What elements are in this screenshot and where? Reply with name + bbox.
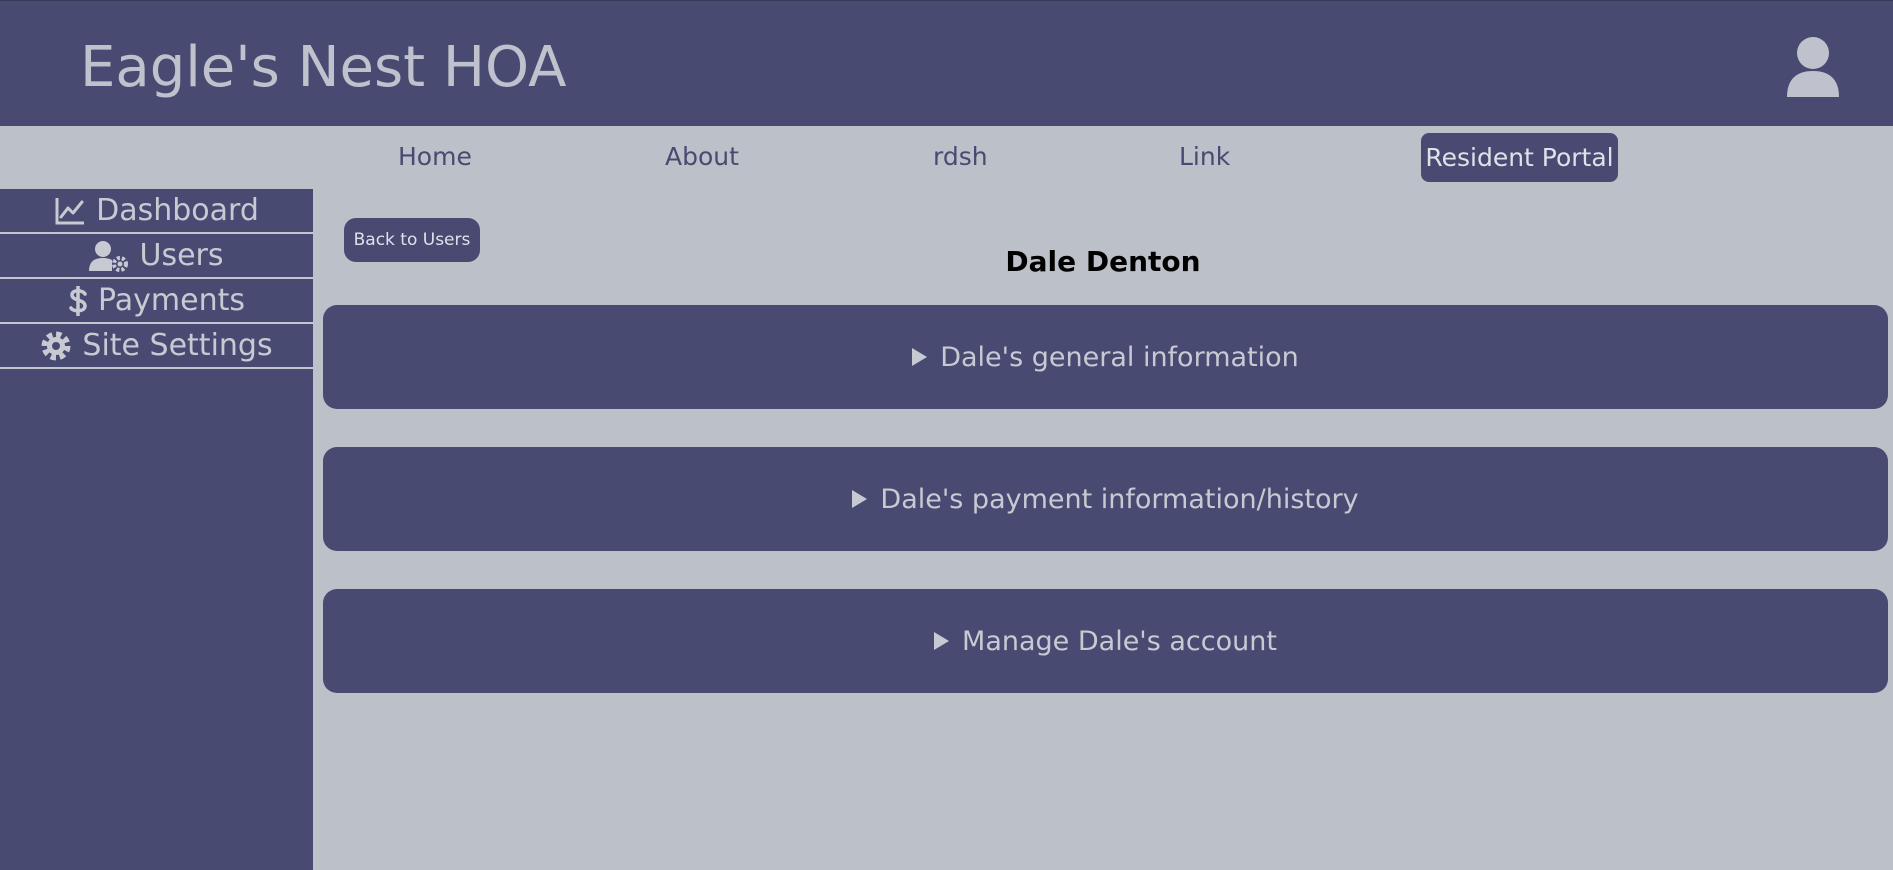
site-title: Eagle's Nest HOA bbox=[80, 35, 567, 100]
nav-about[interactable]: About bbox=[665, 142, 739, 171]
sidebar-item-label: Payments bbox=[98, 283, 245, 318]
top-navigation: Home About rdsh Link Resident Portal bbox=[0, 126, 1893, 188]
user-gear-icon bbox=[89, 240, 129, 272]
sidebar-item-payments[interactable]: Payments bbox=[0, 279, 313, 324]
page-title: Dale Denton bbox=[1005, 245, 1201, 278]
section-label: Dale's general information bbox=[940, 341, 1299, 373]
dollar-icon bbox=[69, 285, 87, 316]
gear-icon bbox=[41, 331, 71, 360]
sidebar-item-label: Dashboard bbox=[96, 193, 259, 228]
nav-rdsh[interactable]: rdsh bbox=[933, 142, 988, 171]
sidebar: Dashboard Users Payments Site Settings bbox=[0, 189, 313, 870]
payment-info-section[interactable]: Dale's payment information/history bbox=[323, 447, 1888, 551]
main-content: Back to Users Dale Denton Dale's general… bbox=[313, 189, 1893, 870]
sidebar-item-label: Users bbox=[139, 238, 224, 273]
expand-triangle-icon bbox=[912, 348, 928, 366]
section-label: Manage Dale's account bbox=[962, 625, 1277, 657]
nav-home[interactable]: Home bbox=[398, 142, 472, 171]
expand-triangle-icon bbox=[852, 490, 868, 508]
expand-triangle-icon bbox=[934, 632, 950, 650]
section-label: Dale's payment information/history bbox=[880, 483, 1359, 515]
sidebar-item-dashboard[interactable]: Dashboard bbox=[0, 189, 313, 234]
nav-link[interactable]: Link bbox=[1179, 142, 1230, 171]
general-info-section[interactable]: Dale's general information bbox=[323, 305, 1888, 409]
sidebar-item-label: Site Settings bbox=[82, 328, 273, 363]
user-icon[interactable] bbox=[1785, 35, 1841, 97]
nav-resident-portal[interactable]: Resident Portal bbox=[1421, 133, 1618, 182]
header-bar: Eagle's Nest HOA bbox=[0, 0, 1893, 126]
sidebar-item-users[interactable]: Users bbox=[0, 234, 313, 279]
chart-line-icon bbox=[55, 197, 85, 224]
sidebar-item-site-settings[interactable]: Site Settings bbox=[0, 324, 313, 369]
manage-account-section[interactable]: Manage Dale's account bbox=[323, 589, 1888, 693]
